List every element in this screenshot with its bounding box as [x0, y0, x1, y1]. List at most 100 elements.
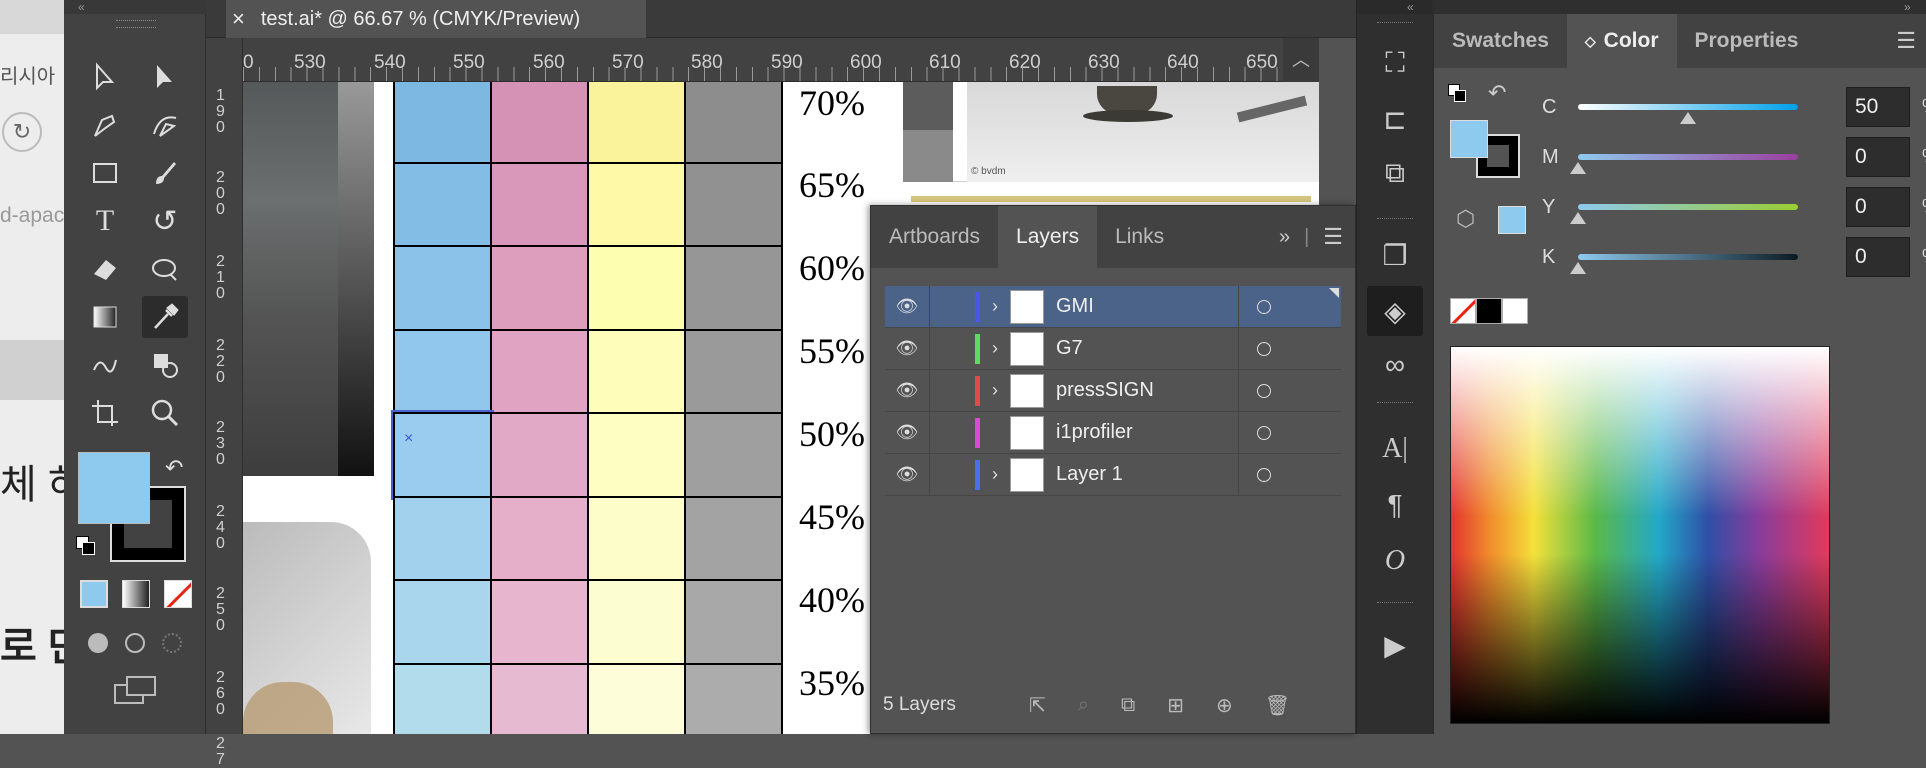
more-tabs-icon[interactable]: »	[1279, 226, 1290, 249]
patch-magenta[interactable]	[490, 495, 589, 581]
patch-cyan[interactable]	[393, 662, 492, 734]
grip-icon[interactable]	[1377, 602, 1413, 608]
export-icon[interactable]: ⇱	[1029, 693, 1046, 718]
patch-yellow[interactable]	[587, 82, 686, 164]
tab-layers[interactable]: Layers	[998, 206, 1098, 268]
grip-icon[interactable]	[1377, 402, 1413, 408]
tab-swatches[interactable]: Swatches	[1434, 14, 1567, 68]
lock-toggle[interactable]	[929, 285, 975, 328]
puppet-warp-tool-icon[interactable]	[82, 344, 128, 386]
target-circle-icon[interactable]	[1238, 327, 1288, 370]
out-of-gamut-icon[interactable]: ⬡	[1456, 206, 1475, 232]
color-spectrum-ramp[interactable]	[1450, 346, 1830, 724]
patch-magenta[interactable]	[490, 662, 589, 734]
patch-cyan[interactable]	[393, 161, 492, 247]
new-sublayer-icon[interactable]: ⊞	[1167, 693, 1184, 718]
clipping-mask-icon[interactable]: ⧉	[1121, 694, 1135, 717]
patch-magenta[interactable]	[490, 579, 589, 665]
visibility-eye-icon[interactable]: 👁	[885, 338, 929, 359]
horizontal-ruler[interactable]: 0 530 540 550 560 570 580 590 600 610 62…	[243, 38, 1319, 82]
tab-artboards[interactable]: Artboards	[871, 206, 998, 268]
visibility-eye-icon[interactable]: 👁	[885, 422, 929, 443]
patch-magenta[interactable]	[490, 161, 589, 247]
selection-tool-icon[interactable]	[82, 56, 128, 98]
patch-cyan[interactable]	[393, 245, 492, 331]
patch-gray[interactable]	[684, 328, 783, 414]
color-mode-icon[interactable]	[80, 580, 108, 608]
menu-icon[interactable]: ☰	[1323, 224, 1343, 250]
visibility-eye-icon[interactable]: 👁	[885, 464, 929, 485]
k-value-input[interactable]: 0	[1846, 237, 1910, 277]
artboards-panel-icon[interactable]: ❐	[1367, 230, 1423, 280]
target-circle-icon[interactable]	[1238, 453, 1288, 496]
white-swatch[interactable]	[1502, 298, 1528, 324]
patch-yellow[interactable]	[587, 495, 686, 581]
black-swatch[interactable]	[1476, 298, 1502, 324]
target-circle-icon[interactable]	[1238, 369, 1288, 412]
y-slider[interactable]	[1578, 204, 1798, 210]
scroll-up-icon[interactable]: ︿	[1283, 38, 1319, 82]
screen-mode-icon[interactable]	[114, 676, 158, 706]
none-swatch[interactable]	[1450, 298, 1476, 324]
grip-icon[interactable]	[116, 20, 156, 28]
new-layer-icon[interactable]: ⊕	[1216, 693, 1233, 718]
fill-swatch[interactable]	[1450, 120, 1488, 158]
eraser-tool-icon[interactable]	[82, 248, 128, 290]
patch-yellow[interactable]	[587, 662, 686, 734]
tab-links[interactable]: Links	[1097, 206, 1182, 268]
close-tab-icon[interactable]: ×	[232, 6, 245, 32]
pathfinder-panel-icon[interactable]: ⧉	[1367, 148, 1423, 198]
draw-behind-icon[interactable]	[124, 633, 145, 653]
layer-row[interactable]: 👁 › pressSIGN	[885, 369, 1341, 412]
patch-gray[interactable]	[684, 82, 783, 164]
character-panel-icon[interactable]: A|	[1367, 424, 1423, 474]
lock-toggle[interactable]	[929, 453, 975, 496]
patch-gray[interactable]	[684, 579, 783, 665]
m-slider-thumb[interactable]	[1570, 162, 1586, 174]
patch-cyan[interactable]	[393, 328, 492, 414]
c-slider-thumb[interactable]	[1680, 112, 1696, 124]
vertical-ruler[interactable]: 1 9 0 2 0 0 2 1 0 2 2 0 2 3 0 2 4 0 2 5 …	[206, 38, 243, 768]
patch-yellow[interactable]	[587, 328, 686, 414]
type-tool-icon[interactable]: T	[82, 200, 128, 242]
fill-swatch[interactable]	[78, 452, 150, 524]
actions-panel-icon[interactable]: ▶	[1367, 620, 1423, 670]
expand-chevron-icon[interactable]: ›	[980, 296, 1010, 317]
layer-name[interactable]: pressSIGN	[1056, 379, 1238, 402]
align-panel-icon[interactable]: ⊏	[1367, 94, 1423, 144]
width-tool-icon[interactable]	[142, 248, 188, 290]
patch-gray[interactable]	[684, 495, 783, 581]
patch-gray[interactable]	[684, 412, 783, 498]
paragraph-panel-icon[interactable]: ¶	[1367, 480, 1423, 530]
transform-panel-icon[interactable]: ⛶	[1367, 38, 1423, 88]
paintbrush-tool-icon[interactable]	[142, 152, 188, 194]
reload-icon[interactable]: ↻	[2, 112, 42, 152]
patch-yellow[interactable]	[587, 579, 686, 665]
grip-icon[interactable]	[1377, 22, 1413, 28]
patch-cyan[interactable]	[393, 579, 492, 665]
k-slider[interactable]	[1578, 254, 1798, 260]
patch-magenta[interactable]	[490, 412, 589, 498]
draw-inside-icon[interactable]	[161, 633, 182, 653]
none-mode-icon[interactable]	[164, 580, 192, 608]
patch-gray[interactable]	[684, 161, 783, 247]
default-colors-icon[interactable]	[76, 536, 98, 558]
layer-row[interactable]: 👁 › Layer 1	[885, 453, 1341, 496]
collapse-panel-icon[interactable]: »	[1434, 0, 1926, 14]
artboard-tool-icon[interactable]	[82, 392, 128, 434]
pen-tool-icon[interactable]	[82, 104, 128, 146]
m-slider[interactable]	[1578, 154, 1798, 160]
layer-row[interactable]: 👁 › GMI	[885, 285, 1341, 328]
curvature-tool-icon[interactable]	[142, 104, 188, 146]
rotate-tool-icon[interactable]: ↺	[142, 200, 188, 242]
gradient-tool-icon[interactable]	[82, 296, 128, 338]
collapse-icon[interactable]: «	[64, 0, 206, 14]
layer-row[interactable]: 👁 i1profiler	[885, 411, 1341, 454]
y-value-input[interactable]: 0	[1846, 187, 1910, 227]
layer-name[interactable]: Layer 1	[1056, 463, 1238, 486]
layer-row[interactable]: 👁 › G7	[885, 327, 1341, 370]
lock-toggle[interactable]	[929, 411, 975, 454]
default-colors-icon[interactable]	[1448, 84, 1468, 104]
lock-toggle[interactable]	[929, 369, 975, 412]
zoom-tool-icon[interactable]	[142, 392, 188, 434]
